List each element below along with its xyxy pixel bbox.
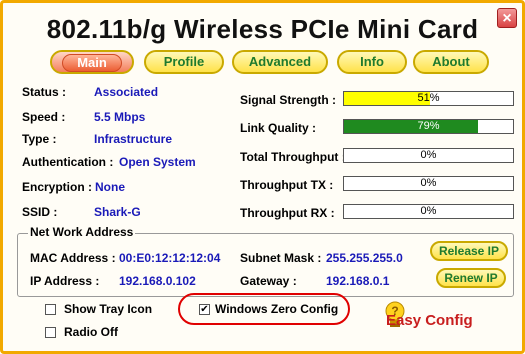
network-address-title: Net Work Address — [28, 225, 136, 239]
show-tray-icon-checkbox[interactable] — [45, 304, 56, 315]
tab-main[interactable]: Main — [50, 50, 134, 74]
window-title: 802.11b/g Wireless PCIe Mini Card — [46, 14, 479, 44]
authentication-label: Authentication : — [22, 155, 114, 169]
tab-main-label: Main — [62, 54, 122, 72]
windows-zero-config-checkbox[interactable]: ✔ — [199, 304, 210, 315]
total-throughput-text: 0% — [420, 149, 437, 161]
ssid-label: SSID : — [22, 205, 58, 219]
radio-off-label: Radio Off — [64, 325, 118, 339]
throughput-tx-meter: 0% — [343, 176, 514, 191]
throughput-tx-text: 0% — [420, 177, 437, 189]
checkmark-icon: ✔ — [200, 304, 209, 315]
close-button[interactable]: × — [497, 8, 517, 28]
mac-address-value: 00:E0:12:12:12:04 — [119, 251, 221, 265]
encryption-label: Encryption : — [22, 180, 93, 194]
speed-value: 5.5 Mbps — [94, 110, 146, 124]
throughput-tx-label: Throughput TX : — [240, 178, 334, 192]
type-label: Type : — [22, 132, 57, 146]
authentication-value: Open System — [119, 155, 196, 169]
total-throughput-meter: 0% — [343, 148, 514, 163]
tab-bar: Main Profile Advanced Info About — [50, 50, 489, 76]
throughput-rx-text: 0% — [420, 205, 437, 217]
tab-about-label: About — [432, 54, 470, 69]
status-label: Status : — [22, 85, 67, 99]
close-icon: × — [502, 10, 512, 27]
ssid-value: Shark-G — [94, 205, 141, 219]
throughput-rx-meter: 0% — [343, 204, 514, 219]
release-ip-label: Release IP — [438, 244, 500, 258]
easy-config-button[interactable]: Easy Config — [386, 312, 473, 329]
link-quality-meter: 79% — [343, 119, 514, 134]
windows-zero-config-label: Windows Zero Config — [215, 302, 339, 316]
tab-profile-label: Profile — [163, 54, 205, 69]
tab-advanced[interactable]: Advanced — [232, 50, 328, 74]
ip-address-value: 192.168.0.102 — [119, 274, 196, 288]
subnet-mask-value: 255.255.255.0 — [326, 251, 403, 265]
radio-off-checkbox[interactable] — [45, 327, 56, 338]
release-ip-button[interactable]: Release IP — [430, 241, 508, 261]
signal-strength-label: Signal Strength : — [240, 93, 336, 107]
tab-info-label: Info — [360, 54, 384, 69]
renew-ip-label: Renew IP — [444, 271, 498, 285]
signal-strength-text: 51% — [417, 92, 440, 104]
renew-ip-button[interactable]: Renew IP — [436, 268, 506, 288]
gateway-value: 192.168.0.1 — [326, 274, 390, 288]
speed-label: Speed : — [22, 110, 66, 124]
link-quality-label: Link Quality : — [240, 121, 317, 135]
throughput-rx-label: Throughput RX : — [240, 206, 335, 220]
link-quality-text: 79% — [417, 120, 440, 132]
tab-advanced-label: Advanced — [248, 54, 312, 69]
mac-address-label: MAC Address : — [30, 251, 116, 265]
tab-info[interactable]: Info — [337, 50, 407, 74]
type-value: Infrastructure — [94, 132, 173, 146]
tab-profile[interactable]: Profile — [144, 50, 224, 74]
subnet-mask-label: Subnet Mask : — [240, 251, 322, 265]
ip-address-label: IP Address : — [30, 274, 100, 288]
total-throughput-label: Total Throughput : — [240, 150, 346, 164]
show-tray-icon-label: Show Tray Icon — [64, 302, 153, 316]
signal-strength-meter: 51% — [343, 91, 514, 106]
gateway-label: Gateway : — [240, 274, 297, 288]
encryption-value: None — [95, 180, 125, 194]
status-value: Associated — [94, 85, 159, 99]
tab-about[interactable]: About — [413, 50, 489, 74]
